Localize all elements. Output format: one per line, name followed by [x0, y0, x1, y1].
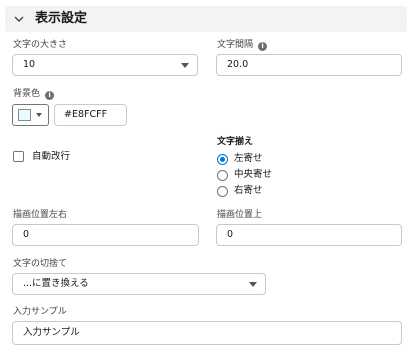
- select-arrow-icon: [249, 282, 257, 287]
- letter-spacing-label-wrap: 文字間隔 i: [217, 40, 268, 51]
- truncation-value: ...に置き換える: [23, 278, 89, 289]
- letter-spacing-label: 文字間隔: [217, 40, 254, 50]
- alignment-label: 文字揃え: [217, 137, 254, 147]
- font-size-select[interactable]: 10: [12, 54, 198, 76]
- draw-left-label: 描画位置左右: [13, 210, 68, 220]
- align-center-label: 中央寄せ: [234, 169, 273, 180]
- section-title: 表示設定: [35, 11, 88, 26]
- draw-top-value: 0: [227, 229, 234, 240]
- align-right-radio[interactable]: [217, 186, 228, 197]
- info-icon[interactable]: i: [45, 91, 55, 100]
- section-header[interactable]: 表示設定: [5, 6, 407, 32]
- select-arrow-icon: [181, 63, 189, 68]
- align-right-label: 右寄せ: [234, 185, 263, 196]
- word-wrap-checkbox[interactable]: [13, 151, 24, 162]
- truncation-select[interactable]: ...に置き換える: [12, 273, 266, 295]
- color-hex-value: #E8FCFF: [64, 109, 108, 120]
- align-left-radio[interactable]: [217, 154, 228, 165]
- draw-left-input[interactable]: 0: [12, 224, 199, 246]
- chevron-down-icon: [36, 113, 42, 117]
- letter-spacing-input[interactable]: 20.0: [216, 54, 402, 76]
- truncation-label: 文字の切捨て: [13, 259, 68, 269]
- background-color-label: 背景色: [13, 89, 41, 99]
- word-wrap-label: 自動改行: [32, 151, 71, 162]
- font-size-value: 10: [23, 59, 36, 70]
- input-sample-value: 入力サンプル: [23, 327, 80, 338]
- draw-top-label: 描画位置上: [217, 210, 263, 220]
- align-center-radio[interactable]: [217, 170, 228, 181]
- align-left-label: 左寄せ: [234, 153, 263, 164]
- chevron-down-icon: [14, 16, 24, 22]
- input-sample-label: 入力サンプル: [13, 307, 67, 317]
- color-picker-button[interactable]: [12, 104, 49, 126]
- font-size-label: 文字の大きさ: [13, 40, 68, 50]
- info-icon[interactable]: i: [258, 42, 268, 51]
- draw-top-input[interactable]: 0: [216, 224, 402, 246]
- color-hex-input[interactable]: #E8FCFF: [54, 104, 127, 126]
- letter-spacing-value: 20.0: [227, 59, 249, 70]
- input-sample-field[interactable]: 入力サンプル: [12, 321, 402, 345]
- color-swatch: [18, 109, 31, 121]
- background-color-label-wrap: 背景色 i: [13, 89, 55, 100]
- draw-left-value: 0: [23, 229, 30, 240]
